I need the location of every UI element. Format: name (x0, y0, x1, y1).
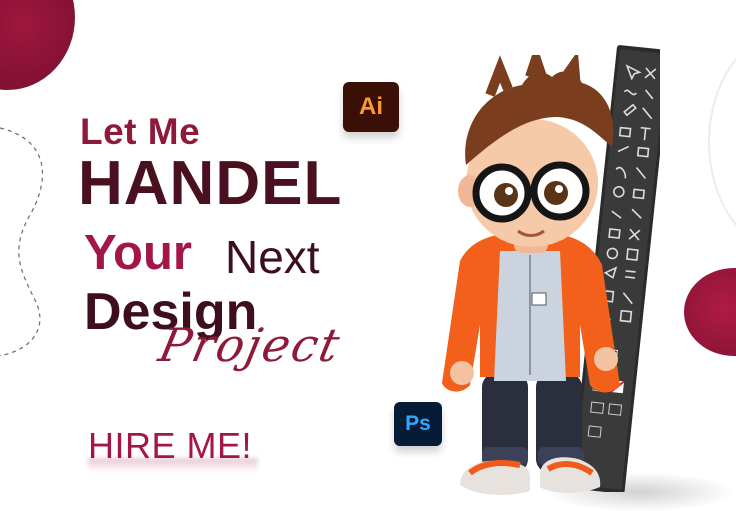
headline-handel: HANDEL (78, 149, 343, 218)
decorative-arc-right (708, 30, 736, 254)
decorative-circle-top-left (0, 0, 75, 90)
photoshop-icon-label: Ps (405, 412, 431, 435)
headline-your: Your (84, 226, 192, 280)
headline-project-script: Project (154, 318, 347, 372)
promo-banner: Let Me HANDEL Your Next Design Project H… (0, 0, 736, 511)
headline-let-me: Let Me (80, 111, 201, 152)
cartoon-designer-character (442, 55, 620, 495)
hire-me-reflection (88, 458, 258, 472)
decorative-circle-right (684, 268, 736, 356)
adobe-illustrator-icon: Ai (343, 82, 399, 132)
dashed-curve-decoration (0, 127, 44, 357)
headline-next: Next (225, 231, 320, 283)
illustrator-icon-label: Ai (359, 93, 383, 120)
